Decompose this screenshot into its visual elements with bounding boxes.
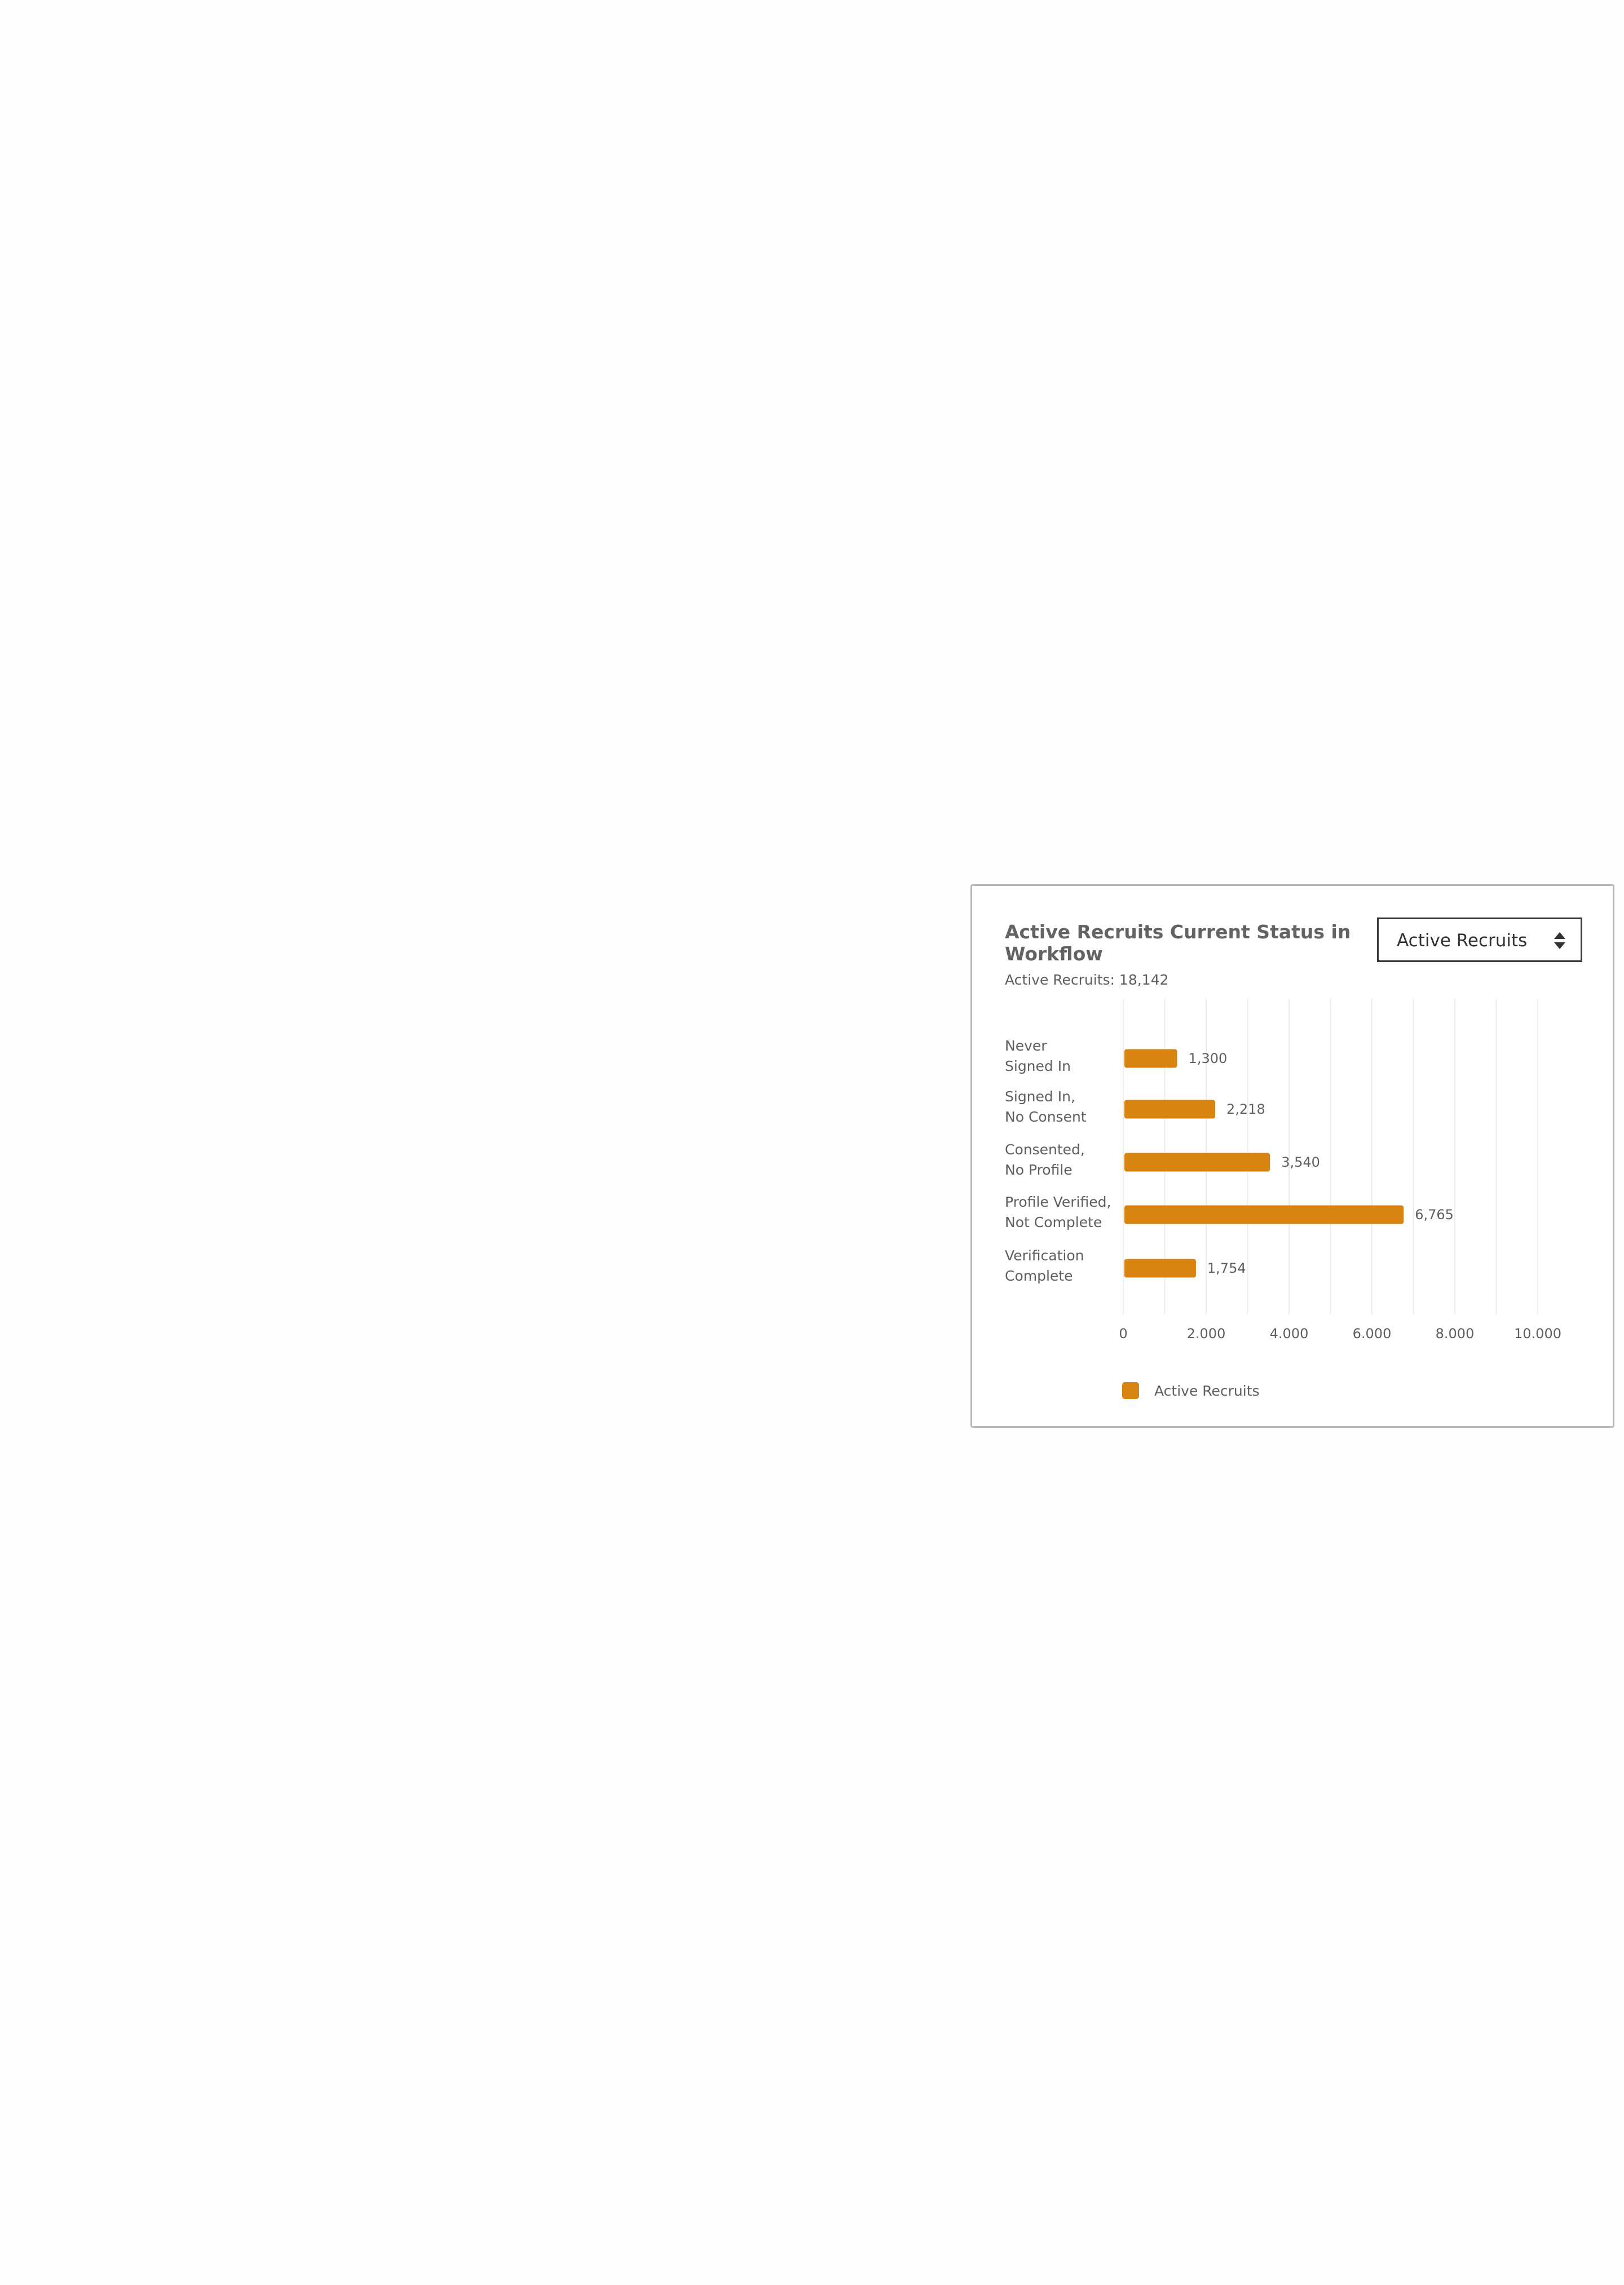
category-label: Consented, No Profile	[1005, 1141, 1085, 1178]
x-tick-label: 10.000	[1514, 1326, 1561, 1342]
x-tick-label: 8.000	[1436, 1326, 1475, 1342]
bar	[1124, 1100, 1216, 1119]
category-label: Never Signed In	[1005, 1038, 1071, 1074]
bar	[1124, 1259, 1196, 1278]
bar	[1124, 1049, 1177, 1068]
legend-label: Active Recruits	[1154, 1383, 1260, 1399]
chart-card: Active Recruits Current Status in Workfl…	[970, 884, 1614, 1428]
category-label: Profile Verified, Not Complete	[1005, 1194, 1111, 1230]
data-label: 1,754	[1207, 1260, 1246, 1276]
data-label: 1,300	[1189, 1051, 1228, 1066]
bar	[1124, 1205, 1404, 1224]
bar	[1124, 1153, 1270, 1172]
category-label: Verification Complete	[1005, 1247, 1084, 1284]
data-label: 2,218	[1226, 1101, 1265, 1117]
x-tick-label: 6.000	[1353, 1326, 1392, 1342]
x-tick-label: 2.000	[1187, 1326, 1226, 1342]
bar-chart: 0 2.000 4.000 6.000 8.000 10.000 Never Signed I…	[1005, 999, 1561, 1399]
data-label: 6,765	[1415, 1207, 1454, 1223]
data-label: 3,540	[1281, 1154, 1320, 1170]
x-tick-label: 4.000	[1270, 1326, 1309, 1342]
x-tick-label: 0	[1119, 1326, 1127, 1342]
legend-swatch	[1122, 1382, 1139, 1399]
category-label: Signed In, No Consent	[1005, 1088, 1087, 1125]
